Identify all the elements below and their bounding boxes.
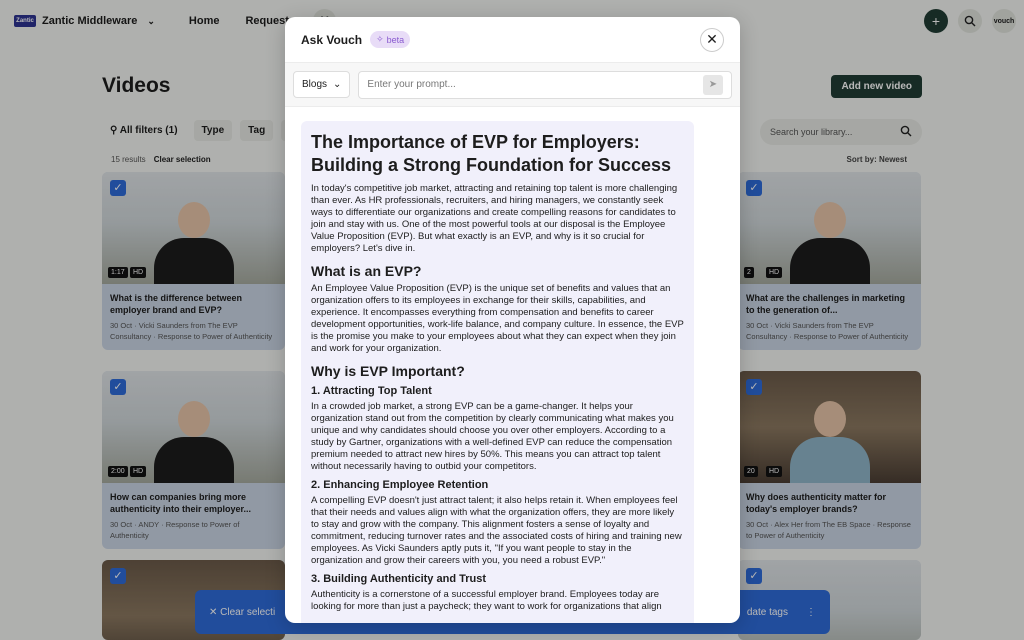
beta-badge: ✧ beta — [370, 31, 411, 48]
heading-what-is-evp: What is an EVP? — [311, 263, 422, 279]
chevron-down-icon: ⌄ — [333, 79, 342, 90]
send-icon[interactable]: ➤ — [703, 74, 723, 95]
generated-blog-content[interactable]: The Importance of EVP for Employers: Bui… — [301, 121, 694, 623]
subheading-attracting: 1. Attracting Top Talent — [311, 385, 432, 397]
paragraph-authenticity: Authenticity is a cornerstone of a succe… — [311, 589, 662, 612]
modal-title: Ask Vouch — [301, 32, 363, 47]
subheading-retention: 2. Enhancing Employee Retention — [311, 479, 489, 491]
close-icon[interactable]: ✕ — [700, 27, 724, 52]
paragraph-retention: A compelling EVP doesn't just attract ta… — [311, 495, 682, 566]
sparkle-icon: ✧ — [376, 34, 384, 44]
modal-header: Ask Vouch ✧ beta ✕ — [285, 17, 740, 63]
ask-vouch-modal: Ask Vouch ✧ beta ✕ Blogs ⌄ Enter your pr… — [285, 17, 740, 623]
prompt-row: Blogs ⌄ Enter your prompt... ➤ — [285, 63, 740, 107]
prompt-input[interactable]: Enter your prompt... ➤ — [358, 70, 732, 99]
blog-title: The Importance of EVP for Employers: Bui… — [311, 132, 672, 175]
heading-why-evp: Why is EVP Important? — [311, 363, 465, 379]
blog-document: The Importance of EVP for Employers: Bui… — [311, 131, 684, 613]
paragraph-what-is-evp: An Employee Value Proposition (EVP) is t… — [311, 283, 684, 354]
paragraph-attracting: In a crowded job market, a strong EVP ca… — [311, 401, 674, 472]
blog-intro: In today's competitive job market, attra… — [311, 183, 678, 254]
content-type-select[interactable]: Blogs ⌄ — [293, 71, 351, 98]
subheading-authenticity: 3. Building Authenticity and Trust — [311, 573, 486, 585]
